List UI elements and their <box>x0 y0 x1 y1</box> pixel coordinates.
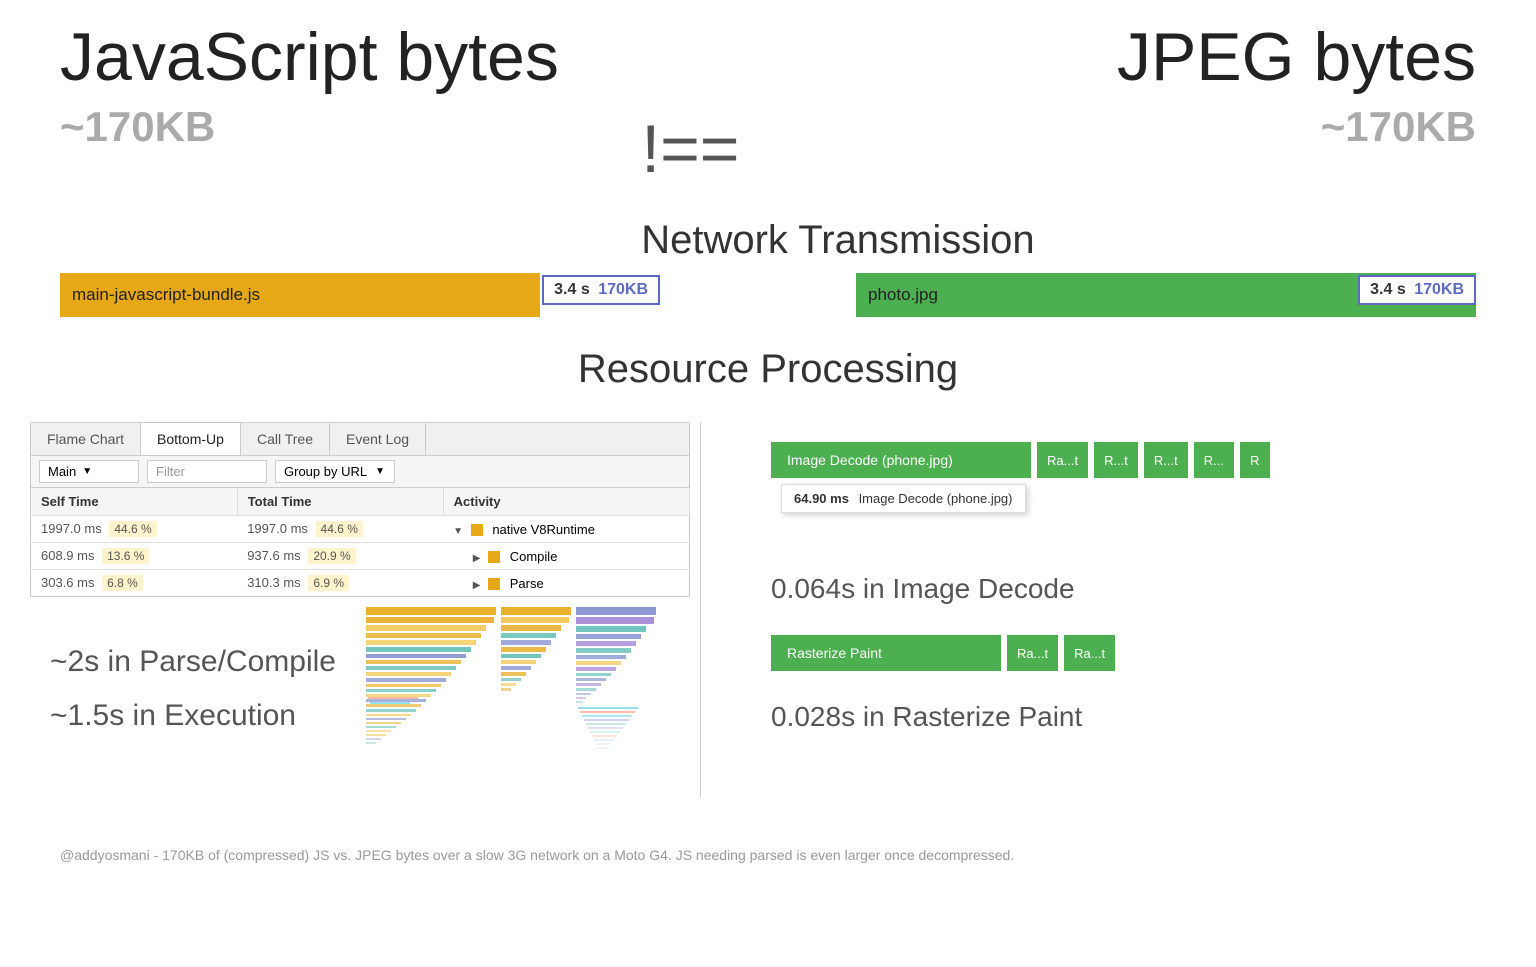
neq-symbol: !== <box>641 111 739 187</box>
expand-arrow-icon-2[interactable]: ▶ <box>473 553 481 564</box>
parse-compile-label: ~2s in Parse/Compile <box>50 645 336 679</box>
js-bytes-title: JavaScript bytes <box>60 20 559 95</box>
table-row: 303.6 ms 6.8 % 310.3 ms 6.9 % ▶ Parse <box>31 570 690 597</box>
flame-chart-svg <box>366 607 656 792</box>
image-decode-section: Image Decode (phone.jpg) Ra...t R...t R.… <box>771 442 1476 513</box>
decode-small-bar-5: R <box>1240 442 1270 478</box>
right-panel: Image Decode (phone.jpg) Ra...t R...t R.… <box>711 422 1476 797</box>
js-bar-wrapper: main-javascript-bundle.js 3.4 s 170KB <box>60 273 640 317</box>
rasterize-small-bar-1: Ra...t <box>1007 635 1058 671</box>
decode-tooltip: 64.90 ms Image Decode (phone.jpg) <box>781 484 1026 513</box>
resource-processing-section: Resource Processing <box>0 347 1536 392</box>
rasterize-bar-row: Rasterize Paint Ra...t Ra...t <box>771 635 1476 671</box>
expand-arrow-icon[interactable]: ▼ <box>453 526 463 537</box>
js-network-bar-container: main-javascript-bundle.js 3.4 s 170KB <box>60 273 680 317</box>
devtools-tabs: Flame Chart Bottom-Up Call Tree Event Lo… <box>30 422 690 456</box>
tab-bottom-up[interactable]: Bottom-Up <box>141 423 241 455</box>
tab-event-log[interactable]: Event Log <box>330 423 426 455</box>
tab-call-tree[interactable]: Call Tree <box>241 423 330 455</box>
decode-small-bar-2: R...t <box>1094 442 1138 478</box>
js-network-bar: main-javascript-bundle.js <box>60 273 540 317</box>
col-activity: Activity <box>443 488 689 516</box>
network-transmission-label: Network Transmission <box>641 218 1034 262</box>
cell-activity-2: ▶ Compile <box>443 543 689 570</box>
footer-note: @addyosmani - 170KB of (compressed) JS v… <box>0 827 1536 883</box>
rasterize-main-bar: Rasterize Paint <box>771 635 1001 671</box>
activity-icon-1 <box>471 524 483 536</box>
devtools-table: Self Time Total Time Activity 1997.0 ms … <box>30 488 690 597</box>
jpg-file-label: photo.jpg <box>868 285 938 305</box>
jpeg-bytes-column: JPEG bytes ~170KB <box>1117 20 1476 151</box>
resource-processing-label: Resource Processing <box>578 347 958 391</box>
activity-icon-2 <box>488 551 500 563</box>
js-size-label: ~170KB <box>60 103 215 151</box>
table-body: 1997.0 ms 44.6 % 1997.0 ms 44.6 % ▼ nati… <box>31 516 690 597</box>
js-tooltip-time: 3.4 s <box>554 281 590 298</box>
execution-label: ~1.5s in Execution <box>50 699 336 733</box>
jpg-tooltip-time: 3.4 s <box>1370 281 1406 298</box>
decode-small-bar-1: Ra...t <box>1037 442 1088 478</box>
neq-column: !== Network Transmission <box>641 20 1034 263</box>
tooltip-ms: 64.90 ms <box>794 491 849 506</box>
main-dropdown[interactable]: Main ▼ <box>39 460 139 483</box>
col-self-time: Self Time <box>31 488 238 516</box>
image-decode-label: 0.064s in Image Decode <box>771 573 1476 605</box>
jpeg-bytes-title: JPEG bytes <box>1117 20 1476 95</box>
network-bars-section: main-javascript-bundle.js 3.4 s 170KB ph… <box>0 273 1536 317</box>
js-bytes-column: JavaScript bytes ~170KB <box>60 20 559 151</box>
tab-flame-chart[interactable]: Flame Chart <box>31 423 141 455</box>
jpg-network-bar-container: photo.jpg 3.4 s 170KB <box>776 273 1476 317</box>
cell-self-time-2: 608.9 ms 13.6 % <box>31 543 238 570</box>
cell-activity-3: ▶ Parse <box>443 570 689 597</box>
jpg-bar-wrapper: photo.jpg 3.4 s 170KB <box>856 273 1476 317</box>
rasterize-label: 0.028s in Rasterize Paint <box>771 701 1476 733</box>
vertical-divider <box>700 422 701 797</box>
js-tooltip-size: 170KB <box>598 281 648 298</box>
tooltip-label: Image Decode (phone.jpg) <box>859 491 1013 506</box>
table-row: 1997.0 ms 44.6 % 1997.0 ms 44.6 % ▼ nati… <box>31 516 690 543</box>
group-dropdown-arrow-icon: ▼ <box>375 466 385 477</box>
devtools-toolbar: Main ▼ Filter Group by URL ▼ <box>30 456 690 488</box>
dropdown-arrow-icon: ▼ <box>82 466 92 477</box>
rasterize-section: Rasterize Paint Ra...t Ra...t 0.028s in … <box>771 635 1476 733</box>
js-file-label: main-javascript-bundle.js <box>72 285 260 305</box>
filter-input[interactable]: Filter <box>147 460 267 483</box>
cell-activity-1: ▼ native V8Runtime <box>443 516 689 543</box>
top-section: JavaScript bytes ~170KB !== Network Tran… <box>0 0 1536 263</box>
group-by-dropdown[interactable]: Group by URL ▼ <box>275 460 395 483</box>
devtools-panel: Flame Chart Bottom-Up Call Tree Event Lo… <box>30 422 690 797</box>
jpeg-size-label: ~170KB <box>1321 103 1476 151</box>
decode-small-bar-4: R... <box>1194 442 1234 478</box>
decode-bar-row: Image Decode (phone.jpg) Ra...t R...t R.… <box>771 442 1476 478</box>
flame-chart-visual <box>366 607 656 797</box>
bottom-labels-section: ~2s in Parse/Compile ~1.5s in Execution <box>30 617 690 797</box>
cell-self-time-1: 1997.0 ms 44.6 % <box>31 516 238 543</box>
left-labels: ~2s in Parse/Compile ~1.5s in Execution <box>30 617 336 733</box>
expand-arrow-icon-3[interactable]: ▶ <box>473 580 481 591</box>
table-header: Self Time Total Time Activity <box>31 488 690 516</box>
decode-main-bar: Image Decode (phone.jpg) <box>771 442 1031 478</box>
js-bar-tooltip: 3.4 s 170KB <box>542 275 660 305</box>
col-total-time: Total Time <box>237 488 443 516</box>
jpg-tooltip-size: 170KB <box>1414 281 1464 298</box>
jpg-bar-tooltip: 3.4 s 170KB <box>1358 275 1476 305</box>
cell-total-time-2: 937.6 ms 20.9 % <box>237 543 443 570</box>
cell-self-time-3: 303.6 ms 6.8 % <box>31 570 238 597</box>
table-row: 608.9 ms 13.6 % 937.6 ms 20.9 % ▶ Compil… <box>31 543 690 570</box>
activity-icon-3 <box>488 578 500 590</box>
cell-total-time-1: 1997.0 ms 44.6 % <box>237 516 443 543</box>
decode-small-bar-3: R...t <box>1144 442 1188 478</box>
main-content: Flame Chart Bottom-Up Call Tree Event Lo… <box>0 402 1536 797</box>
rasterize-small-bar-2: Ra...t <box>1064 635 1115 671</box>
cell-total-time-3: 310.3 ms 6.9 % <box>237 570 443 597</box>
